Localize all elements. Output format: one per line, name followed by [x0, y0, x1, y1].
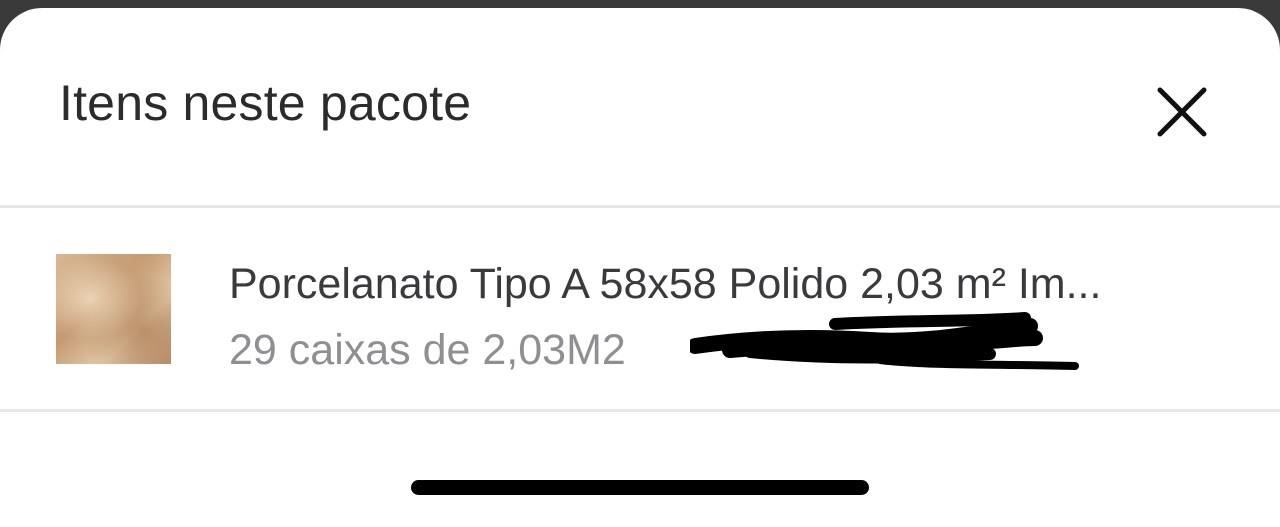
item-name: Porcelanato Tipo A 58x58 Polido 2,03 m² …: [229, 260, 1102, 308]
close-icon: [1157, 87, 1207, 137]
sheet-header: Itens neste pacote: [0, 8, 1280, 208]
home-indicator[interactable]: [411, 480, 869, 495]
sheet-title: Itens neste pacote: [59, 75, 472, 131]
items-bottom-sheet: Itens neste pacote Porcelanato Tipo A 58…: [0, 8, 1280, 527]
item-detail: 29 caixas de 2,03M2: [229, 326, 626, 374]
product-thumbnail: [56, 254, 171, 364]
close-button[interactable]: [1150, 80, 1214, 144]
list-item[interactable]: Porcelanato Tipo A 58x58 Polido 2,03 m² …: [0, 208, 1280, 412]
redaction-scribble: [690, 312, 1079, 370]
